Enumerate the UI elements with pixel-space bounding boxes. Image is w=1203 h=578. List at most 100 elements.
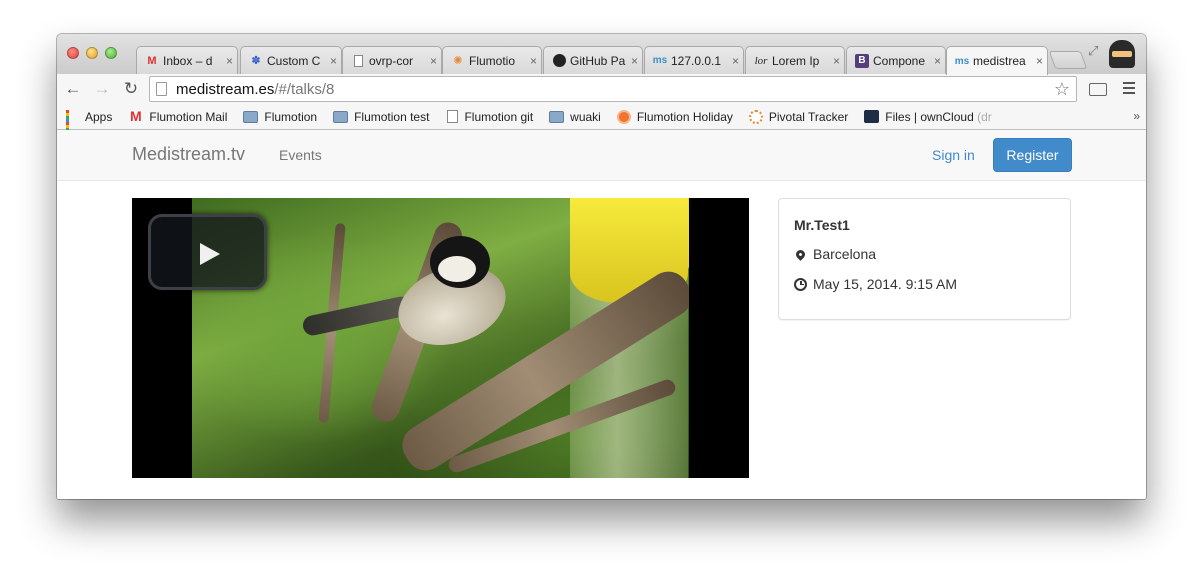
tab-components[interactable]: B Compone × bbox=[846, 46, 946, 74]
reload-icon[interactable]: ↻ bbox=[118, 76, 144, 102]
folder-icon bbox=[333, 110, 349, 123]
owncloud-icon bbox=[864, 110, 880, 123]
close-tab-icon[interactable]: × bbox=[1036, 54, 1043, 68]
close-tab-icon[interactable]: × bbox=[430, 54, 437, 68]
bookmark-label: Flumotion Mail bbox=[149, 109, 228, 124]
cast-icon[interactable] bbox=[1089, 83, 1107, 96]
browser-toolbar: ← → ↻ medistream.es/#/talks/8 ☆ bbox=[57, 74, 1146, 104]
pivotal-icon bbox=[748, 109, 763, 124]
nav-events-link[interactable]: Events bbox=[279, 147, 322, 163]
page-icon bbox=[351, 54, 365, 68]
tab-medistream[interactable]: ms medistrea × bbox=[946, 46, 1048, 75]
url-path: /#/talks/8 bbox=[274, 80, 335, 98]
tab-localhost[interactable]: ms 127.0.0.1 × bbox=[644, 46, 744, 74]
close-tab-icon[interactable]: × bbox=[530, 54, 537, 68]
page-viewport: Medistream.tv Events Sign in Register Mr… bbox=[57, 130, 1146, 499]
tab-title: Compone bbox=[873, 53, 926, 68]
close-tab-icon[interactable]: × bbox=[833, 54, 840, 68]
clock-icon bbox=[794, 277, 807, 291]
bootstrap-icon: B bbox=[855, 53, 869, 68]
menu-icon[interactable] bbox=[1123, 82, 1135, 97]
bookmark-label: Flumotion test bbox=[354, 109, 430, 124]
bookmark-flumotion-mail[interactable]: M Flumotion Mail bbox=[128, 108, 228, 124]
tab-title: Custom C bbox=[267, 53, 321, 68]
gmail-icon: M bbox=[147, 54, 157, 67]
bookmark-label: Files | ownCloud bbox=[885, 109, 974, 124]
address-bar[interactable]: medistream.es/#/talks/8 ☆ bbox=[149, 76, 1077, 102]
close-tab-icon[interactable]: × bbox=[732, 54, 739, 68]
bookmark-label: Apps bbox=[85, 109, 113, 124]
close-tab-icon[interactable]: × bbox=[226, 54, 233, 68]
bookmark-label: Pivotal Tracker bbox=[768, 109, 849, 124]
tab-flumotion[interactable]: ✺ Flumotio × bbox=[442, 46, 542, 74]
url-host: medistream.es bbox=[176, 80, 275, 98]
bookmark-label: wuaki bbox=[570, 109, 601, 124]
bookmarks-bar: Apps M Flumotion Mail Flumotion Flumotio… bbox=[57, 104, 1146, 137]
page-icon bbox=[156, 82, 167, 96]
new-tab-button[interactable] bbox=[1048, 51, 1088, 69]
bookmark-label-overflow: (dr bbox=[977, 109, 992, 124]
github-icon bbox=[552, 54, 566, 68]
tab-title: 127.0.0.1 bbox=[671, 53, 722, 68]
page-icon bbox=[447, 110, 459, 123]
talk-info-panel: Mr.Test1 Barcelona May 15, 2014. 9:15 AM bbox=[778, 198, 1071, 320]
ms-icon: ms bbox=[652, 55, 668, 66]
lorem-icon: lor bbox=[754, 54, 768, 67]
bookmark-label: Flumotion git bbox=[464, 109, 534, 124]
bookmark-label: Flumotion Holiday bbox=[636, 109, 733, 124]
tab-ovrp[interactable]: ovrp-cor × bbox=[342, 46, 442, 74]
datetime-text: May 15, 2014. 9:15 AM bbox=[813, 276, 957, 292]
gmail-icon: M bbox=[130, 108, 142, 124]
fullscreen-icon[interactable]: ⤢ bbox=[1088, 43, 1098, 59]
site-brand[interactable]: Medistream.tv bbox=[132, 144, 245, 165]
tab-github[interactable]: GitHub Pa × bbox=[543, 46, 643, 74]
browser-window: M Inbox – d × ✽ Custom C × ovrp-cor × ✺ … bbox=[57, 34, 1146, 499]
paw-icon: ✽ bbox=[251, 55, 261, 67]
tab-lorem[interactable]: lor Lorem Ip × bbox=[745, 46, 845, 74]
close-tab-icon[interactable]: × bbox=[934, 54, 941, 68]
tab-title: medistrea bbox=[973, 54, 1026, 68]
folder-icon bbox=[243, 110, 259, 123]
video-bird-tail bbox=[301, 294, 413, 338]
tab-title: Inbox – d bbox=[163, 53, 213, 68]
tab-title: GitHub Pa bbox=[570, 53, 626, 68]
bookmark-apps[interactable]: Apps bbox=[66, 109, 113, 137]
talk-datetime: May 15, 2014. 9:15 AM bbox=[794, 276, 957, 292]
forward-arrow-icon[interactable]: → bbox=[89, 76, 115, 102]
bookmark-flumotion[interactable]: Flumotion bbox=[243, 110, 317, 124]
tab-custom[interactable]: ✽ Custom C × bbox=[240, 46, 342, 74]
video-bird-cheek bbox=[438, 256, 476, 282]
register-button[interactable]: Register bbox=[993, 138, 1072, 172]
bookmark-star-icon[interactable]: ☆ bbox=[1054, 79, 1070, 100]
map-marker-icon bbox=[794, 247, 807, 261]
bookmark-wuaki[interactable]: wuaki bbox=[549, 110, 601, 124]
video-player[interactable] bbox=[132, 198, 749, 478]
bookmarks-overflow-chevron[interactable]: » bbox=[1133, 109, 1140, 123]
bookmark-flumotion-holiday[interactable]: Flumotion Holiday bbox=[616, 109, 733, 124]
bookmark-flumotion-git[interactable]: Flumotion git bbox=[445, 110, 533, 124]
play-button[interactable] bbox=[148, 214, 267, 290]
bookmark-owncloud[interactable]: Files | ownCloud (dr bbox=[864, 110, 992, 124]
tab-title: Lorem Ip bbox=[772, 53, 820, 68]
apps-grid-icon bbox=[66, 110, 79, 137]
back-arrow-icon[interactable]: ← bbox=[60, 76, 86, 102]
tab-title: Flumotio bbox=[469, 53, 516, 68]
holiday-icon bbox=[616, 109, 631, 124]
location-text: Barcelona bbox=[813, 246, 877, 262]
tab-gmail[interactable]: M Inbox – d × bbox=[136, 46, 238, 74]
minimize-window-button[interactable] bbox=[86, 47, 98, 59]
site-navbar: Medistream.tv Events Sign in Register bbox=[57, 130, 1146, 181]
close-window-button[interactable] bbox=[67, 47, 79, 59]
sign-in-link[interactable]: Sign in bbox=[932, 147, 975, 163]
profile-avatar[interactable] bbox=[1109, 40, 1135, 68]
speaker-name: Mr.Test1 bbox=[794, 217, 850, 233]
bookmark-flumotion-test[interactable]: Flumotion test bbox=[333, 110, 429, 124]
close-tab-icon[interactable]: × bbox=[330, 54, 337, 68]
pivotal-icon: ✺ bbox=[453, 55, 463, 67]
close-tab-icon[interactable]: × bbox=[631, 54, 638, 68]
window-controls bbox=[67, 47, 117, 59]
tab-title: ovrp-cor bbox=[369, 53, 414, 68]
talk-location: Barcelona bbox=[794, 246, 876, 262]
bookmark-pivotal-tracker[interactable]: Pivotal Tracker bbox=[748, 109, 849, 124]
zoom-window-button[interactable] bbox=[105, 47, 117, 59]
